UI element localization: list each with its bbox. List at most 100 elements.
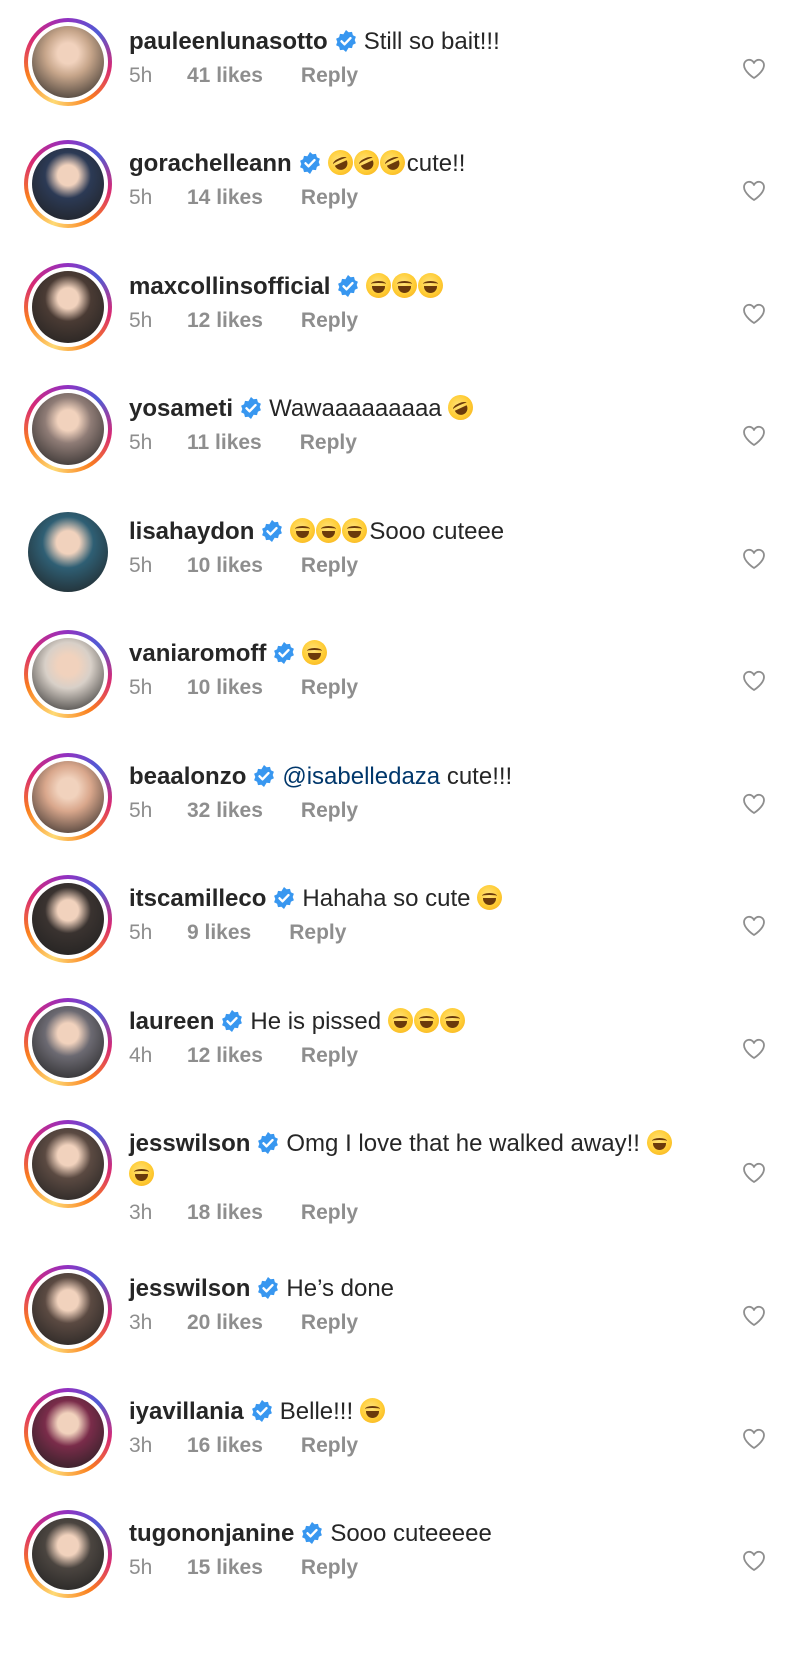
avatar-photo [32,638,104,710]
username-link[interactable]: tugononjanine [129,1520,294,1547]
avatar[interactable] [24,508,112,596]
username-link[interactable]: jesswilson [129,1130,250,1157]
laughing-emoji-icon [646,1130,672,1155]
avatar[interactable] [24,1388,112,1476]
avatar-photo [32,26,104,98]
likes-count[interactable]: 41 likes [187,63,263,89]
username-link[interactable]: vaniaromoff [129,640,266,667]
likes-count[interactable]: 12 likes [187,1043,263,1069]
username-link[interactable]: yosameti [129,395,233,422]
username-link[interactable]: gorachelleann [129,150,292,177]
verified-badge-icon [251,1400,272,1422]
reply-button[interactable]: Reply [289,920,346,946]
heart-outline-icon[interactable] [741,913,767,937]
reply-button[interactable]: Reply [301,1310,358,1336]
reply-button[interactable]: Reply [301,1433,358,1459]
username-link[interactable]: maxcollinsofficial [129,273,330,300]
likes-count[interactable]: 11 likes [187,430,262,456]
avatar[interactable] [24,1120,112,1208]
reply-button[interactable]: Reply [301,1555,358,1581]
heart-outline-icon[interactable] [741,56,767,80]
mention-link[interactable]: @isabelledaza [282,763,440,790]
avatar[interactable] [24,630,112,718]
username-link[interactable]: pauleenlunasotto [129,28,328,55]
timestamp: 5h [129,431,153,454]
timestamp: 3h [129,1434,153,1457]
laughing-emoji-icon [477,885,503,910]
avatar[interactable] [24,1265,112,1353]
heart-outline-icon[interactable] [741,1036,767,1060]
heart-outline-icon[interactable] [741,1160,767,1184]
avatar[interactable] [24,1510,112,1598]
username-link[interactable]: itscamilleco [129,885,266,912]
comment-item: gorachelleann cute!! 5h 14 likes Reply [0,140,808,250]
reply-button[interactable]: Reply [301,798,358,824]
comment-meta: 4h 12 likes Reply [129,1043,358,1069]
avatar[interactable] [24,140,112,228]
avatar-frame [28,1124,108,1204]
avatar-frame [28,1392,108,1472]
avatar[interactable] [24,263,112,351]
heart-outline-icon[interactable] [741,791,767,815]
comment-text: Hahaha so cute [302,885,471,912]
avatar-frame [28,389,108,469]
likes-count[interactable]: 32 likes [187,798,263,824]
likes-count[interactable]: 20 likes [187,1310,263,1336]
avatar[interactable] [24,385,112,473]
avatar-frame [28,267,108,347]
heart-outline-icon[interactable] [741,1548,767,1572]
laughing-emoji-icon [392,273,418,298]
avatar-photo [32,1006,104,1078]
comment-body: pauleenlunasotto Still so bait!!! [129,26,689,57]
reply-button[interactable]: Reply [301,553,358,579]
heart-outline-icon[interactable] [741,301,767,325]
verified-badge-icon [241,397,261,419]
reply-button[interactable]: Reply [301,1043,358,1069]
reply-button[interactable]: Reply [301,675,358,701]
heart-outline-icon[interactable] [741,546,767,570]
username-link[interactable]: lisahaydon [129,518,254,545]
likes-count[interactable]: 10 likes [187,553,263,579]
heart-outline-icon[interactable] [741,1303,767,1327]
avatar-frame [28,1514,108,1594]
likes-count[interactable]: 12 likes [187,308,263,334]
rofl-emoji-icon [444,390,478,425]
reply-button[interactable]: Reply [300,430,357,456]
avatar-frame [24,508,112,596]
avatar[interactable] [24,18,112,106]
avatar[interactable] [24,753,112,841]
likes-count[interactable]: 14 likes [187,185,263,211]
timestamp: 5h [129,1556,153,1579]
timestamp: 3h [129,1201,153,1224]
reply-button[interactable]: Reply [301,1200,358,1226]
avatar-photo [32,1396,104,1468]
reply-button[interactable]: Reply [301,185,358,211]
username-link[interactable]: beaalonzo [129,763,246,790]
username-link[interactable]: iyavillania [129,1398,244,1425]
likes-count[interactable]: 9 likes [187,920,251,946]
heart-outline-icon[interactable] [741,1426,767,1450]
reply-button[interactable]: Reply [301,308,358,334]
avatar-frame [28,1269,108,1349]
username-link[interactable]: jesswilson [129,1275,250,1302]
laughing-emoji-icon [129,1161,154,1186]
avatar-photo [32,271,104,343]
rofl-emoji-icon [323,145,357,180]
comment-meta: 3h 18 likes Reply [129,1200,358,1226]
likes-count[interactable]: 10 likes [187,675,263,701]
heart-outline-icon[interactable] [741,668,767,692]
comment-text: cute!!! [446,763,513,790]
reply-button[interactable]: Reply [301,63,358,89]
username-link[interactable]: laureen [129,1008,214,1035]
verified-badge-icon [258,1132,279,1154]
avatar[interactable] [24,875,112,963]
likes-count[interactable]: 16 likes [187,1433,263,1459]
comment-body: lisahaydon Sooo cuteee [129,516,689,547]
heart-outline-icon[interactable] [741,423,767,447]
avatar[interactable] [24,998,112,1086]
comment-text: cute!! [406,150,466,177]
likes-count[interactable]: 18 likes [187,1200,263,1226]
comment-item: iyavillania Belle!!! 3h 16 likes Reply [0,1388,808,1498]
heart-outline-icon[interactable] [741,178,767,202]
likes-count[interactable]: 15 likes [187,1555,263,1581]
